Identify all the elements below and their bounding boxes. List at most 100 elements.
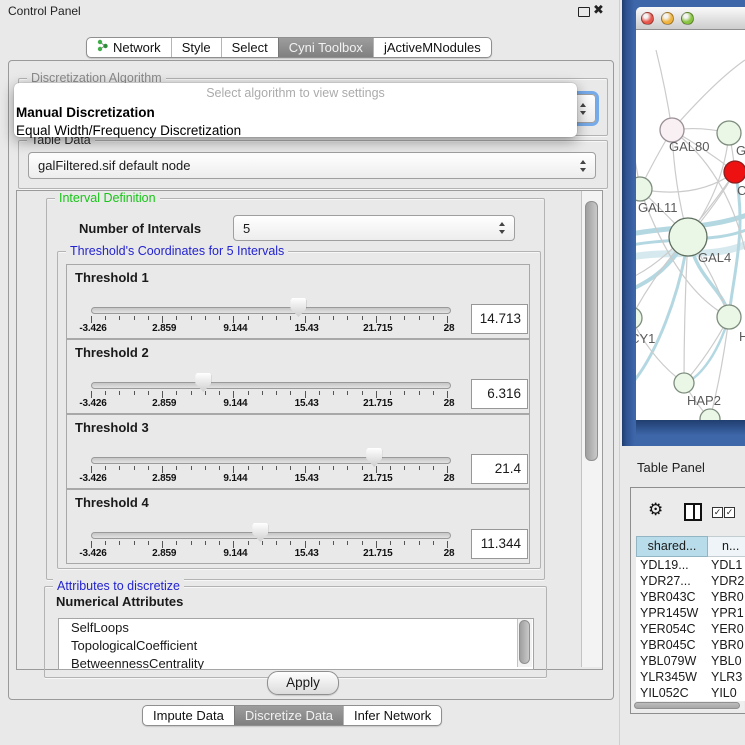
tick-mark [176, 316, 177, 320]
tick-mark [119, 391, 120, 395]
threshold-label: Threshold 2 [75, 345, 149, 360]
tick-label: 21.715 [356, 548, 400, 559]
network-node-label: H [739, 329, 745, 344]
tick-mark [362, 466, 363, 470]
tick-mark [205, 316, 206, 320]
float-window-icon[interactable] [578, 7, 590, 17]
table-row[interactable]: YLR345WYLR3 [636, 669, 745, 685]
table-row[interactable]: YDL19...YDL1 [636, 557, 745, 573]
tick-mark [205, 391, 206, 395]
attribute-list-item[interactable]: SelfLoops [59, 619, 533, 637]
number-of-intervals-combobox[interactable]: 5 [233, 215, 515, 241]
tab-select[interactable]: Select [221, 38, 278, 57]
node-attribute-table[interactable]: shared...n...YDL19...YDL1YDR27...YDR2YBR… [636, 536, 745, 701]
close-light-icon[interactable] [641, 12, 654, 25]
numerical-attributes-list[interactable]: SelfLoopsTopologicalCoefficientBetweenne… [58, 618, 534, 670]
select-all-checkbox-icon[interactable]: ✓ [712, 507, 723, 518]
gear-icon[interactable]: ⚙ [648, 500, 663, 520]
tab-impute-data[interactable]: Impute Data [143, 706, 234, 725]
select-none-checkbox-icon[interactable]: ✓ [724, 507, 735, 518]
tab-discretize-data[interactable]: Discretize Data [234, 706, 343, 725]
column-selector-icon[interactable] [684, 503, 702, 521]
table-row[interactable]: YPR145WYPR1 [636, 605, 745, 621]
tick-mark [233, 391, 234, 398]
tick-mark [233, 466, 234, 473]
slider-track[interactable] [91, 307, 451, 314]
tab-cyni-toolbox[interactable]: Cyni Toolbox [278, 38, 373, 57]
table-row[interactable]: YBR043CYBR0 [636, 589, 745, 605]
table-hscrollbar[interactable] [632, 701, 744, 710]
close-icon[interactable]: ✖ [593, 2, 604, 18]
tick-mark [191, 391, 192, 395]
tab-jactivemnodules[interactable]: jActiveMNodules [373, 38, 491, 57]
slider-track[interactable] [91, 532, 451, 539]
scrollbar-thumb[interactable] [634, 702, 740, 709]
tick-label: 2.859 [142, 323, 186, 334]
attributes-scrollbar[interactable] [517, 619, 532, 667]
minimize-light-icon[interactable] [661, 12, 674, 25]
tab-style[interactable]: Style [171, 38, 221, 57]
tick-mark [305, 466, 306, 473]
zoom-light-icon[interactable] [681, 12, 694, 25]
slider-track[interactable] [91, 457, 451, 464]
scrollbar-thumb[interactable] [519, 620, 530, 664]
tick-mark [333, 466, 334, 470]
tick-mark [319, 541, 320, 545]
network-node[interactable] [636, 307, 642, 329]
scrollbar-thumb[interactable] [585, 201, 598, 461]
slider-track[interactable] [91, 382, 451, 389]
table-header-row: shared...n... [636, 536, 745, 557]
algorithm-option[interactable]: Equal Width/Frequency Discretization [14, 121, 577, 139]
settings-scrollbar[interactable] [581, 191, 602, 667]
network-node[interactable] [724, 161, 745, 183]
table-cell-shared: YPR145W [636, 605, 708, 621]
slider-thumb[interactable] [366, 448, 382, 467]
tick-mark [219, 466, 220, 470]
table-header-name[interactable]: n... [708, 536, 745, 557]
tab-infer-network[interactable]: Infer Network [343, 706, 441, 725]
tick-mark [148, 541, 149, 545]
attribute-list-item[interactable]: TopologicalCoefficient [59, 637, 533, 655]
attribute-list-item[interactable]: BetweennessCentrality [59, 655, 533, 670]
network-node[interactable] [674, 373, 694, 393]
slider-thumb[interactable] [252, 523, 268, 542]
threshold-value-field[interactable]: 6.316 [471, 379, 528, 409]
tick-mark [262, 541, 263, 545]
table-header-shared[interactable]: shared... [636, 536, 708, 557]
network-node[interactable] [717, 121, 741, 145]
slider-thumb[interactable] [195, 373, 211, 392]
tick-mark [447, 316, 448, 323]
table-row[interactable]: YER054CYER0 [636, 621, 745, 637]
network-window-titlebar[interactable] [636, 7, 745, 30]
threshold-value-field[interactable]: 11.344 [471, 529, 528, 559]
network-node[interactable] [636, 177, 652, 201]
tick-mark [134, 466, 135, 470]
table-row[interactable]: YBL079WYBL0 [636, 653, 745, 669]
threshold-value-field[interactable]: 21.4 [471, 454, 528, 484]
table-row[interactable]: YBR045CYBR0 [636, 637, 745, 653]
tab-network[interactable]: Network [87, 38, 171, 57]
network-canvas[interactable]: GAL80GACGAL11GAL4GCY1HHAP2 [636, 30, 745, 420]
tick-mark [347, 391, 348, 395]
tab-label: Style [182, 38, 211, 57]
table-row[interactable]: YDR27...YDR2 [636, 573, 745, 589]
combo-stepper-icon [580, 103, 587, 115]
table-data-combobox[interactable]: galFiltered.sif default node [28, 152, 596, 179]
network-node[interactable] [717, 305, 741, 329]
algorithm-option[interactable]: Manual Discretization [14, 103, 577, 121]
slider-thumb[interactable] [290, 298, 306, 317]
tab-label: Network [113, 38, 161, 57]
table-cell-name: YBL0 [708, 653, 745, 669]
tick-mark [176, 541, 177, 545]
threshold-row-3: Threshold 3-3.4262.8599.14415.4321.71528… [66, 414, 530, 489]
tick-mark [376, 541, 377, 548]
tick-mark [390, 316, 391, 320]
table-row[interactable]: YIL052CYIL0 [636, 685, 745, 701]
tick-mark [390, 541, 391, 545]
tick-mark [404, 391, 405, 395]
tick-mark [333, 391, 334, 395]
apply-button[interactable]: Apply [267, 671, 339, 695]
table-cell-name: YDR2 [708, 573, 745, 589]
tick-mark [319, 316, 320, 320]
threshold-value-field[interactable]: 14.713 [471, 304, 528, 334]
